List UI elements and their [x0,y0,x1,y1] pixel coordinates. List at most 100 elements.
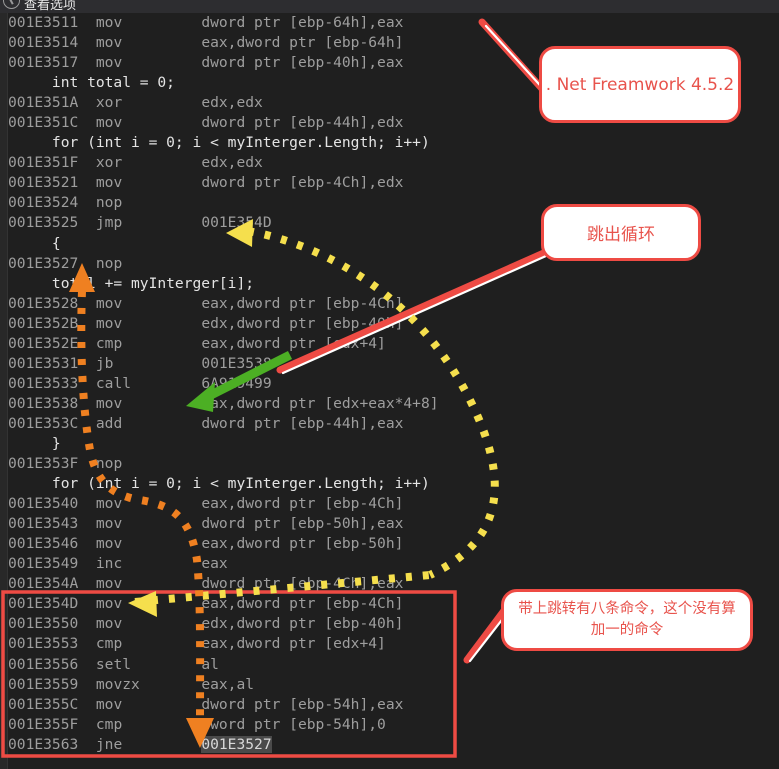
instruction-operands: eax,dword ptr [edx+eax*4+8] [201,394,439,412]
instruction-operands: 001E354D [201,214,272,232]
instruction-mnemonic: mov [95,14,202,31]
instruction-mnemonic: inc [95,555,202,573]
instruction-mnemonic: add [95,414,202,432]
instruction-address: 001E352B [8,314,96,332]
source-line-text: for (int i = 0; i < myInterger.Length; i… [8,134,430,152]
window-titlebar: 查看选项 [0,0,779,13]
instruction-mnemonic: setl [95,655,202,673]
instruction-mnemonic: mov [95,174,202,192]
disassembly-pane[interactable]: 001E3511 mov dword ptr [ebp-64h],eax 001E… [0,13,779,769]
instruction-address: 001E3563 [8,735,96,753]
instruction-address: 001E355F [8,715,96,733]
instruction-address: 001E352E [8,334,96,352]
instruction-operands: dword ptr [ebp-40h],eax [201,54,404,72]
disassembly-line[interactable]: 001E3540 mov eax,dword ptr [ebp-4Ch] [8,494,779,514]
disassembly-line[interactable]: 001E351F xor edx,edx [8,153,779,173]
instruction-address: 001E3549 [8,555,96,573]
disassembly-line[interactable]: 001E352E cmp eax,dword ptr [edx+4] [8,334,779,354]
instruction-operands: eax,dword ptr [edx+4] [201,334,386,352]
source-line-text: for (int i = 0; i < myInterger.Length; i… [8,475,430,493]
instruction-operands: dword ptr [ebp-54h],0 [201,715,386,733]
instruction-mnemonic: cmp [95,334,202,352]
instruction-mnemonic: xor [95,154,202,172]
disassembly-line[interactable]: 001E353F nop [8,454,779,474]
instruction-address: 001E3525 [8,214,96,232]
instruction-operands: eax [201,555,228,573]
disassembly-line[interactable]: 001E3538 mov eax,dword ptr [edx+eax*4+8] [8,394,779,414]
source-line[interactable]: for (int i = 0; i < myInterger.Length; i… [8,133,779,153]
instruction-mnemonic: mov [95,394,202,412]
instruction-operands: eax,dword ptr [ebp-64h] [201,34,404,52]
instruction-operands: eax,dword ptr [edx+4] [201,635,386,653]
disassembly-line[interactable]: 001E3556 setl al [8,655,779,675]
instruction-mnemonic: mov [95,34,202,52]
instruction-operands: dword ptr [ebp-4Ch],eax [201,575,404,593]
instruction-address: 001E3527 [8,254,96,272]
callout-eight-instructions: 带上跳转有八条命令，这个没有算加一的命令 [501,589,753,651]
disassembly-line[interactable]: 001E3559 movzx eax,al [8,675,779,695]
instruction-operands: eax,dword ptr [ebp-4Ch] [201,595,404,613]
instruction-operands: 001E3538 [201,354,272,372]
instruction-address: 001E355C [8,695,96,713]
disassembly-line[interactable]: 001E3528 mov eax,dword ptr [ebp-4Ch] [8,294,779,314]
instruction-operands: al [201,655,219,673]
disassembly-line[interactable]: 001E352B mov edx,dword ptr [ebp-40h] [8,314,779,334]
instruction-address: 001E3531 [8,354,96,372]
source-line[interactable]: for (int i = 0; i < myInterger.Length; i… [8,474,779,494]
instruction-address: 001E3559 [8,675,96,693]
instruction-operands: dword ptr [ebp-44h],eax [201,414,404,432]
instruction-mnemonic: movzx [95,675,202,693]
disassembly-line[interactable]: 001E3543 mov dword ptr [ebp-50h],eax [8,514,779,534]
editor-gutter[interactable] [0,13,8,769]
instruction-address: 001E3511 [8,14,96,31]
disassembly-line[interactable]: 001E3531 jb 001E3538 [8,354,779,374]
source-line-text: { [8,234,61,252]
disassembly-line[interactable]: 001E3563 jne 001E3527 [8,735,779,755]
instruction-mnemonic: mov [95,695,202,713]
instruction-address: 001E3550 [8,615,96,633]
disassembly-line[interactable]: 001E355C mov dword ptr [ebp-54h],eax [8,695,779,715]
callout-jump-out-loop: 跳出循环 [541,204,701,261]
callout-eight-instructions-label: 带上跳转有八条命令，这个没有算加一的命令 [518,601,736,638]
disassembly-line[interactable]: 001E3533 call 6A919499 [8,374,779,394]
instruction-address: 001E353C [8,414,96,432]
instruction-mnemonic: xor [95,94,202,112]
disassembly-line[interactable]: 001E3549 inc eax [8,554,779,574]
instruction-operands: edx,edx [201,154,263,172]
instruction-address: 001E3543 [8,515,96,533]
callout-jump-out-loop-label: 跳出循环 [587,225,655,245]
disassembly-line[interactable]: 001E353C add dword ptr [ebp-44h],eax [8,414,779,434]
instruction-address: 001E3540 [8,495,96,513]
instruction-mnemonic: nop [95,254,202,272]
instruction-operands: eax,dword ptr [ebp-4Ch] [201,294,404,312]
disassembly-line[interactable]: 001E3521 mov dword ptr [ebp-4Ch],edx [8,173,779,193]
titlebar-label[interactable]: 查看选项 [24,0,76,13]
disassembly-line[interactable]: 001E3546 mov eax,dword ptr [ebp-50h] [8,534,779,554]
instruction-operands: eax,dword ptr [ebp-4Ch] [201,495,404,513]
disassembly-line[interactable]: 001E355F cmp dword ptr [ebp-54h],0 [8,715,779,735]
instruction-mnemonic: cmp [95,635,202,653]
instruction-address: 001E351C [8,114,96,132]
instruction-operands: dword ptr [ebp-54h],eax [201,695,404,713]
instruction-mnemonic: nop [95,455,202,473]
instruction-operands: dword ptr [ebp-50h],eax [201,515,404,533]
instruction-address: 001E3517 [8,54,96,72]
instruction-mnemonic: mov [95,294,202,312]
instruction-operands: eax,dword ptr [ebp-50h] [201,535,404,553]
instruction-operands: edx,dword ptr [ebp-40h] [201,314,404,332]
instruction-mnemonic: jmp [95,214,202,232]
instruction-mnemonic: mov [95,615,202,633]
source-line-text: total += myInterger[i]; [8,274,255,292]
source-line[interactable]: } [8,434,779,454]
instruction-address: 001E3528 [8,294,96,312]
instruction-mnemonic: mov [95,575,202,593]
instruction-address: 001E3538 [8,394,96,412]
instruction-mnemonic: mov [95,495,202,513]
source-line[interactable]: total += myInterger[i]; [8,274,779,294]
source-line-text: } [8,434,61,452]
instruction-address: 001E3524 [8,194,96,212]
instruction-address: 001E3556 [8,655,96,673]
instruction-mnemonic: jb [95,354,202,372]
instruction-mnemonic: mov [95,515,202,533]
disassembly-line[interactable]: 001E3511 mov dword ptr [ebp-64h],eax [8,13,779,33]
